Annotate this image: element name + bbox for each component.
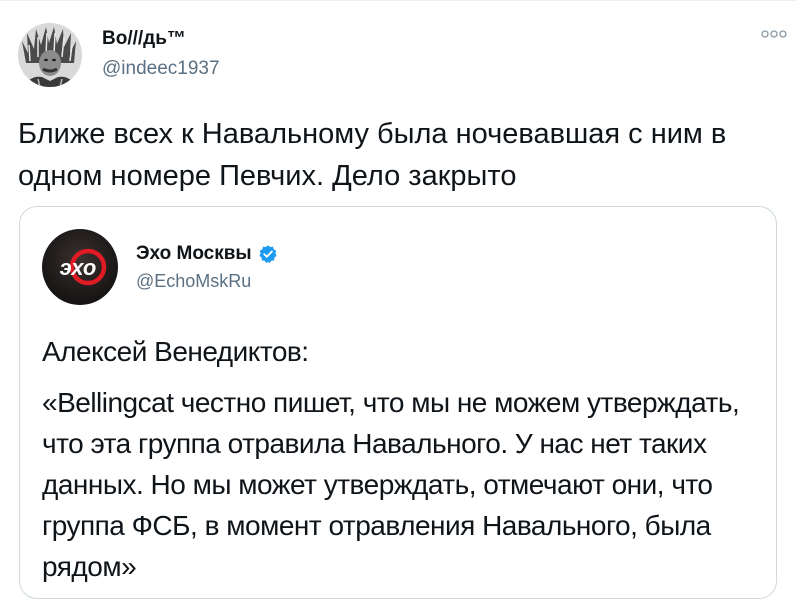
quoted-author-name-row: Эхо Москвы bbox=[136, 243, 278, 265]
quoted-tweet-card[interactable]: эхо Эхо Москвы @EchoMskRu Алексей Венеди… bbox=[19, 206, 777, 599]
quoted-author-display-name[interactable]: Эхо Москвы bbox=[136, 243, 252, 265]
quoted-paragraph-1: Алексей Венедиктов: bbox=[42, 336, 309, 367]
author-avatar[interactable] bbox=[18, 23, 82, 87]
author-handle[interactable]: @indeec1937 bbox=[102, 58, 220, 80]
quoted-author-handle[interactable]: @EchoMskRu bbox=[136, 271, 251, 292]
quoted-tweet-text: Алексей Венедиктов: «Bellingcat честно п… bbox=[42, 331, 767, 597]
tweet: Во///дь™ @indeec1937 Ближе всех к Наваль… bbox=[0, 0, 797, 607]
portrait-avatar-icon bbox=[18, 23, 82, 87]
quoted-author-logo-text: эхо bbox=[60, 255, 97, 280]
more-horizontal-icon[interactable] bbox=[760, 27, 788, 41]
quoted-author-avatar[interactable]: эхо bbox=[42, 229, 118, 305]
tweet-text: Ближе всех к Навальному была ночевавшая … bbox=[18, 118, 727, 192]
quoted-paragraph-2: «Bellingcat честно пишет, что мы не може… bbox=[42, 387, 740, 582]
author-display-name[interactable]: Во///дь™ bbox=[102, 28, 186, 50]
echo-moskvy-logo-icon: эхо bbox=[42, 229, 118, 305]
verified-badge-icon bbox=[259, 245, 277, 263]
